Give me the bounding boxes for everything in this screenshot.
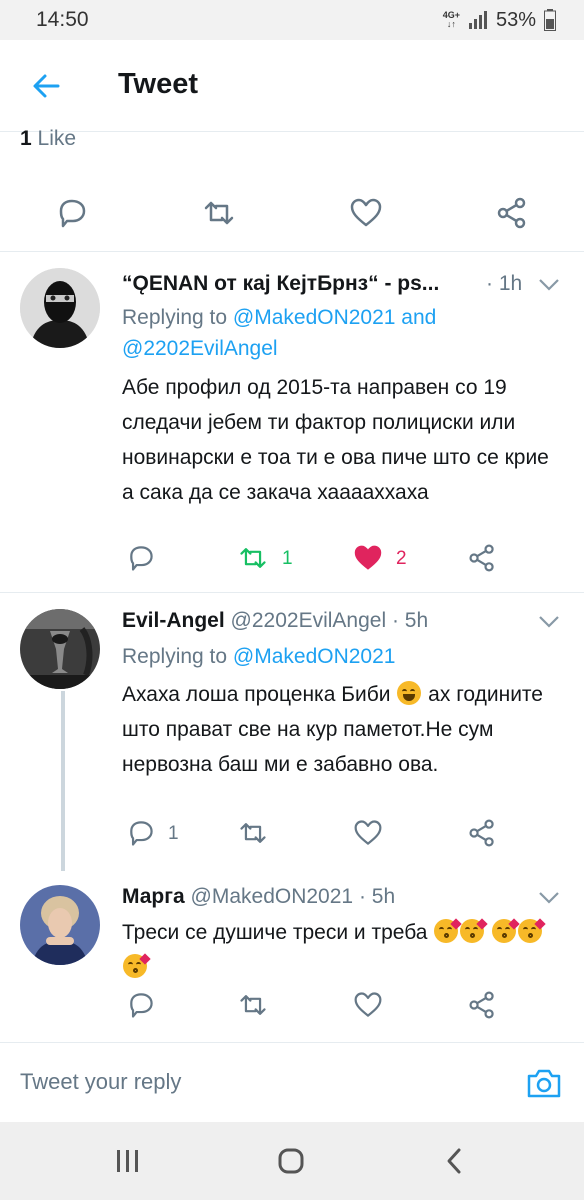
page-title: Tweet xyxy=(118,68,199,100)
tweet-time: · 5h xyxy=(358,885,396,908)
reply-icon xyxy=(59,199,86,228)
like-icon[interactable] xyxy=(353,818,383,848)
tweet-time: · 1h xyxy=(486,272,523,295)
avatar[interactable] xyxy=(20,609,100,689)
reply-author: Evil-Angel @2202EvilAngel · 5h xyxy=(122,609,562,633)
tweet-actions: 1 xyxy=(0,815,584,855)
retweet-icon[interactable] xyxy=(238,818,268,848)
reply-tweet[interactable]: Evil-Angel @2202EvilAngel · 5h Replying … xyxy=(0,593,584,871)
reply-tweet[interactable]: “ǪENAN от кај КејтБрнз“ - ps... · 1h Rep… xyxy=(0,252,584,590)
status-indicators: 4G+ ↓↑ 53% xyxy=(443,9,556,32)
like-count: 1 xyxy=(20,127,32,150)
reply-composer[interactable]: Tweet your reply xyxy=(0,1042,584,1122)
avatar[interactable] xyxy=(20,268,100,348)
tweet-text: Абе профил од 2015-та направен со 19 сле… xyxy=(122,376,549,504)
kissing-emoji-icon xyxy=(518,918,546,943)
avatar[interactable] xyxy=(20,885,100,965)
retweet-icon xyxy=(204,201,234,225)
replying-to: Replying to @MakedON2021 xyxy=(122,641,544,672)
retweet-icon[interactable] xyxy=(238,543,268,573)
back-arrow-icon[interactable] xyxy=(28,68,64,104)
tweet-actions: 1 2 xyxy=(0,540,584,580)
like-icon[interactable] xyxy=(353,543,383,573)
reply-input[interactable]: Tweet your reply xyxy=(20,1069,181,1095)
reply-icon[interactable] xyxy=(126,818,156,848)
replying-handles[interactable]: @MakedON2021 xyxy=(233,645,396,668)
signal-icon xyxy=(468,11,487,29)
share-icon[interactable] xyxy=(467,990,497,1020)
like-icon[interactable] xyxy=(353,990,383,1020)
reply-tweet[interactable]: Марга @MakedON2021 · 5h Треси се душиче … xyxy=(0,871,584,1042)
network-type: 4G+ xyxy=(442,10,460,20)
like-count: 2 xyxy=(396,548,407,569)
battery-icon xyxy=(544,9,556,31)
camera-icon[interactable] xyxy=(526,1065,562,1101)
avatar-image xyxy=(20,268,100,348)
laughing-emoji-icon xyxy=(397,681,422,705)
author-handle: @MakedON2021 xyxy=(190,885,354,908)
retweet-count: 1 xyxy=(282,548,293,569)
tweet-time: · 5h xyxy=(391,609,429,632)
author-name: Марга xyxy=(122,885,185,908)
status-time: 14:50 xyxy=(36,8,89,31)
author-name: Evil-Angel xyxy=(122,609,225,632)
chevron-down-icon[interactable] xyxy=(538,891,560,905)
chevron-down-icon[interactable] xyxy=(538,278,560,292)
system-nav-bar xyxy=(0,1122,584,1200)
author-name: “ǪENAN от кај КејтБрнз“ - ps... xyxy=(122,272,440,295)
author-handle: @2202EvilAngel xyxy=(230,609,387,632)
tweet-text: Ахаха лоша проценка Биби ах годините што… xyxy=(122,677,554,782)
like-button[interactable] xyxy=(349,196,383,230)
home-icon[interactable] xyxy=(277,1147,305,1175)
reply-icon[interactable] xyxy=(126,543,156,573)
tweet-text: Треси се душиче треси и треба xyxy=(122,915,554,985)
reply-author: Марга @MakedON2021 · 5h xyxy=(122,885,562,909)
app-header: Tweet xyxy=(0,40,584,132)
reply-count: 1 xyxy=(168,823,179,844)
like-label: Like xyxy=(37,127,77,150)
like-icon xyxy=(350,198,382,227)
share-icon[interactable] xyxy=(467,543,497,573)
share-icon xyxy=(497,197,526,229)
replying-prefix: Replying to xyxy=(122,645,233,668)
recent-apps-icon[interactable] xyxy=(114,1148,142,1174)
reply-author: “ǪENAN от кај КејтБрнз“ - ps... xyxy=(122,272,484,296)
kissing-emoji-icon xyxy=(123,953,151,978)
kissing-emoji-icon xyxy=(434,918,462,943)
share-icon[interactable] xyxy=(467,818,497,848)
replying-prefix: Replying to xyxy=(122,306,233,329)
avatar-image xyxy=(20,885,100,965)
share-button[interactable] xyxy=(495,196,529,230)
kissing-emoji-icon xyxy=(492,918,520,943)
network-icon: 4G+ ↓↑ xyxy=(442,10,460,29)
retweet-button[interactable] xyxy=(202,196,236,230)
main-tweet-actions xyxy=(0,176,584,252)
reply-button[interactable] xyxy=(55,196,89,230)
like-stats[interactable]: 1 Like xyxy=(20,127,76,151)
back-nav-icon[interactable] xyxy=(444,1147,464,1175)
avatar-image xyxy=(20,609,100,689)
replying-to: Replying to @MakedON2021 and @2202EvilAn… xyxy=(122,302,544,364)
chevron-down-icon[interactable] xyxy=(538,615,560,629)
reply-icon[interactable] xyxy=(126,990,156,1020)
status-bar: 14:50 4G+ ↓↑ 53% xyxy=(0,0,584,40)
tweet-text-part: Треси се душиче треси и треба xyxy=(122,921,428,944)
tweet-text-part: Ахаха лоша проценка Биби xyxy=(122,683,391,706)
tweet-actions xyxy=(0,987,584,1027)
battery-percent: 53% xyxy=(495,8,536,31)
kissing-emoji-icon xyxy=(460,918,488,943)
retweet-icon[interactable] xyxy=(238,990,268,1020)
